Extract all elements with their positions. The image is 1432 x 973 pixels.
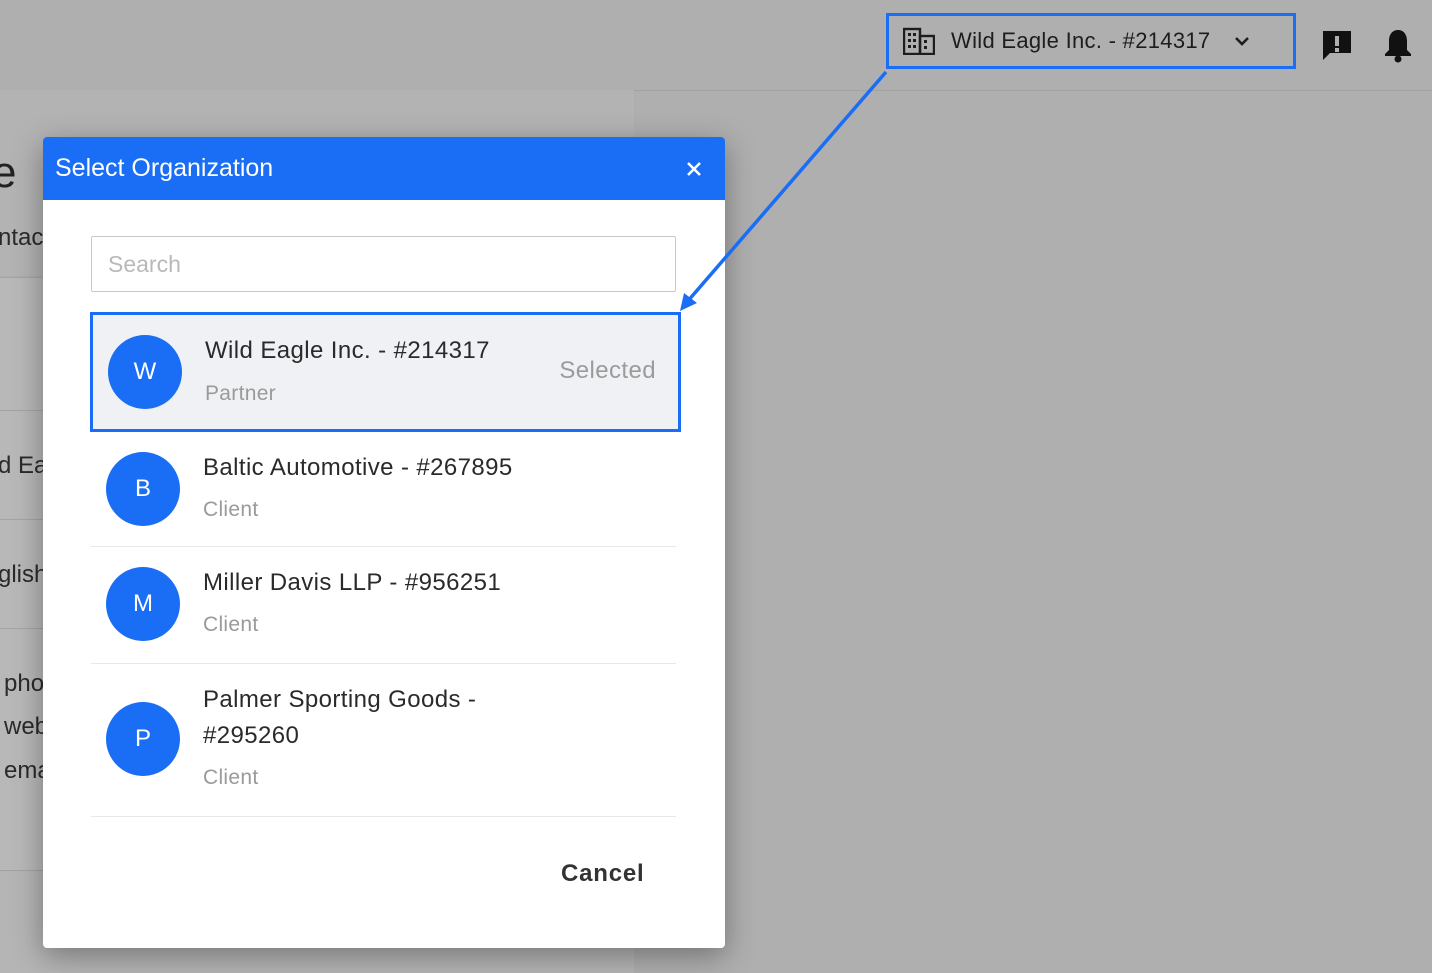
organization-item[interactable]: B Baltic Automotive - #267895 Client [91, 432, 676, 547]
background-text: glish [0, 561, 48, 588]
organization-item-selected[interactable]: W Wild Eagle Inc. - #214317 Partner Sele… [90, 312, 681, 432]
organization-name-line1: Palmer Sporting Goods - [203, 686, 477, 713]
dialog-header: Select Organization [43, 137, 725, 200]
feedback-icon[interactable] [1320, 28, 1354, 62]
bell-icon[interactable] [1382, 27, 1414, 63]
top-bar: Wild Eagle Inc. - #214317 [0, 0, 1432, 91]
cancel-button[interactable]: Cancel [555, 859, 651, 889]
avatar: B [106, 452, 180, 526]
avatar: P [106, 702, 180, 776]
building-icon [903, 27, 935, 55]
background-text: ntac [0, 224, 44, 251]
org-switcher-label: Wild Eagle Inc. - #214317 [951, 28, 1211, 53]
avatar: M [106, 567, 180, 641]
organization-role: Client [203, 498, 259, 521]
organization-name: Baltic Automotive - #267895 [203, 454, 513, 481]
organization-name: Miller Davis LLP - #956251 [203, 569, 502, 596]
organization-role: Partner [205, 382, 276, 405]
background-text: d Ea [0, 452, 48, 479]
close-icon[interactable] [685, 160, 703, 178]
org-switcher[interactable]: Wild Eagle Inc. - #214317 [886, 13, 1296, 69]
select-organization-dialog: Select Organization W Wild Eagle Inc. - … [43, 137, 725, 948]
organization-name: Wild Eagle Inc. - #214317 [205, 337, 490, 364]
organization-item[interactable]: M Miller Davis LLP - #956251 Client [91, 547, 676, 664]
dialog-title: Select Organization [55, 154, 274, 182]
organization-list: W Wild Eagle Inc. - #214317 Partner Sele… [90, 312, 681, 817]
organization-name-line2: #295260 [203, 722, 300, 749]
organization-role: Client [203, 613, 259, 636]
background-text: pho [4, 670, 45, 697]
selected-label: Selected [559, 357, 656, 384]
search-input[interactable] [91, 236, 676, 292]
background-text: web [4, 713, 49, 740]
background-title: e [0, 148, 17, 197]
organization-item[interactable]: P Palmer Sporting Goods - #295260 Client [91, 664, 676, 817]
organization-role: Client [203, 766, 259, 789]
avatar: W [108, 335, 182, 409]
chevron-down-icon [1235, 37, 1250, 46]
